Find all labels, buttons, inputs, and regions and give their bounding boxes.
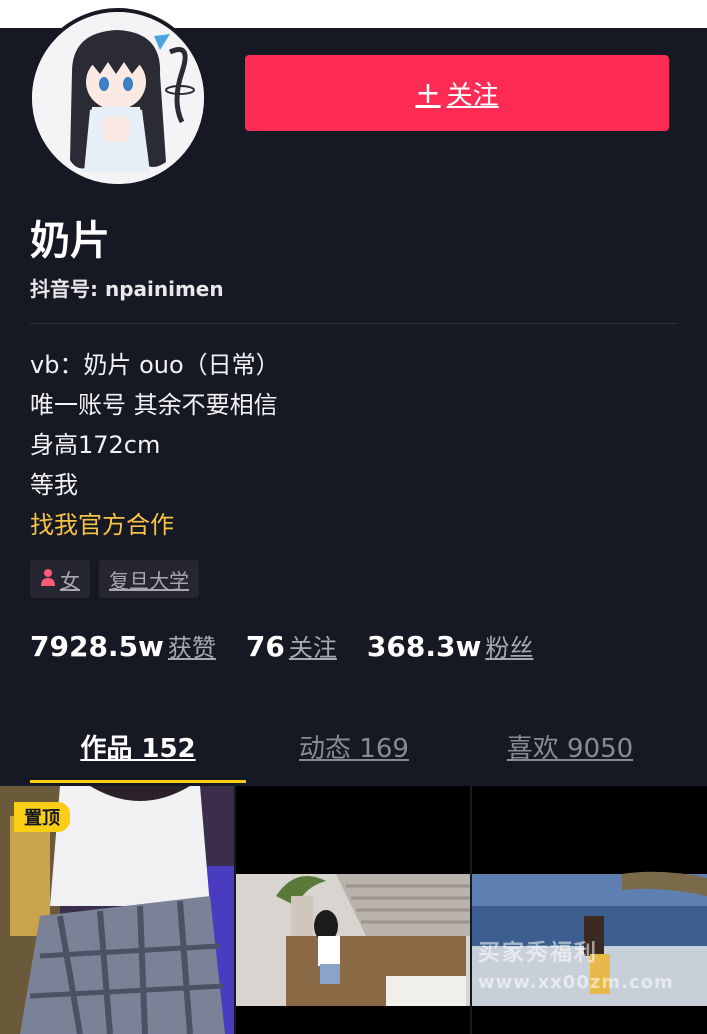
following-label: 关注 bbox=[288, 634, 337, 662]
divider bbox=[30, 323, 678, 324]
video-thumbnail[interactable]: 置顶 bbox=[0, 786, 234, 1034]
tab-works[interactable]: 作品 152 bbox=[30, 728, 246, 765]
video-thumbnail[interactable] bbox=[236, 786, 470, 1034]
avatar-illustration bbox=[32, 12, 204, 184]
likes-label: 获赞 bbox=[167, 634, 216, 662]
douyin-id: 抖音号: npainimen bbox=[30, 277, 224, 301]
follow-button-label: 关注 bbox=[446, 80, 499, 111]
fans-stat[interactable]: 368.3w 粉丝 bbox=[367, 628, 533, 663]
tab-liked[interactable]: 喜欢 9050 bbox=[462, 728, 678, 765]
following-stat[interactable]: 76 关注 bbox=[246, 628, 337, 663]
person-icon bbox=[40, 568, 56, 591]
gender-tag: 女 bbox=[30, 560, 90, 598]
following-count: 76 bbox=[245, 630, 285, 663]
plus-icon: + bbox=[415, 75, 441, 111]
profile-name: 奶片 bbox=[30, 218, 110, 264]
video-grid: 置顶 bbox=[0, 786, 707, 1034]
bio-line: vb：奶片 ouo（日常） bbox=[30, 351, 280, 379]
bio-line: 身高172cm bbox=[30, 431, 161, 459]
profile-tags: 女 复旦大学 bbox=[30, 560, 199, 598]
fans-count: 368.3w bbox=[366, 630, 482, 663]
business-cooperation-link[interactable]: 找我官方合作 bbox=[30, 505, 280, 545]
avatar[interactable] bbox=[28, 8, 208, 188]
likes-count: 7928.5w bbox=[30, 630, 164, 663]
bio-line: 唯一账号 其余不要相信 bbox=[30, 391, 278, 419]
follow-button[interactable]: + 关注 bbox=[245, 55, 669, 131]
gender-tag-label: 女 bbox=[60, 568, 80, 593]
bio-line: 等我 bbox=[30, 471, 78, 499]
school-tag-label: 复旦大学 bbox=[109, 568, 189, 593]
active-tab-indicator bbox=[30, 780, 246, 783]
content-tabs: 作品 152 动态 169 喜欢 9050 bbox=[30, 728, 678, 784]
video-thumbnail-image bbox=[236, 786, 470, 1034]
profile-bio: vb：奶片 ouo（日常） 唯一账号 其余不要相信 身高172cm 等我 找我官… bbox=[30, 345, 280, 545]
watermark-url: www.xx00zm.com bbox=[478, 972, 674, 993]
school-tag[interactable]: 复旦大学 bbox=[99, 560, 199, 598]
watermark-text: 买家秀福利 bbox=[478, 941, 599, 966]
video-thumbnail[interactable] bbox=[472, 786, 707, 1034]
likes-stat: 7928.5w 获赞 bbox=[30, 628, 216, 663]
tab-activity[interactable]: 动态 169 bbox=[246, 728, 462, 765]
video-thumbnail-image bbox=[472, 786, 707, 1034]
pinned-badge: 置顶 bbox=[14, 802, 70, 832]
fans-label: 粉丝 bbox=[485, 634, 534, 662]
profile-stats: 7928.5w 获赞 76 关注 368.3w 粉丝 bbox=[30, 628, 533, 663]
